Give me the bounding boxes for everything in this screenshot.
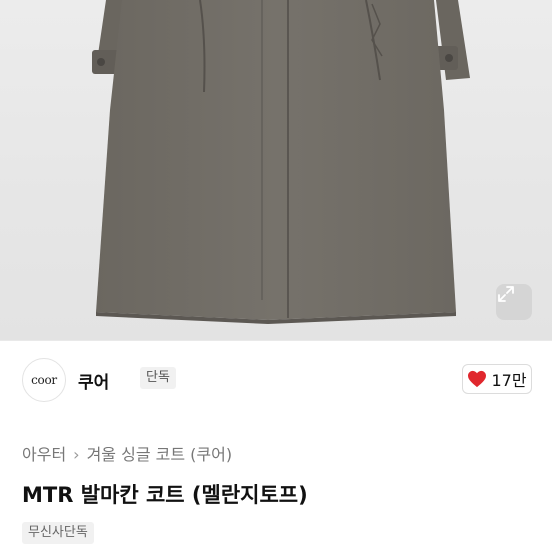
expand-arrows-icon	[498, 286, 514, 302]
like-count: 17만	[491, 371, 527, 390]
coat-illustration	[92, 0, 470, 324]
brand-row: coor 쿠어 단독 17만	[22, 358, 532, 402]
like-button[interactable]: 17만	[462, 364, 532, 394]
breadcrumb-item-subcategory[interactable]: 겨울 싱글 코트 (쿠어)	[87, 445, 233, 464]
brand-logo[interactable]: coor	[22, 358, 66, 402]
chevron-right-icon: ›	[73, 445, 80, 464]
heart-icon	[468, 370, 487, 388]
expand-image-button[interactable]	[496, 284, 532, 320]
brand-logo-text: coor	[31, 373, 57, 387]
product-title: MTR 발마칸 코트 (멜란지토프)	[22, 483, 308, 507]
breadcrumb: 아우터 › 겨울 싱글 코트 (쿠어)	[22, 441, 232, 465]
exclusive-badge: 단독	[140, 367, 176, 389]
exclusive-tag: 무신사단독	[22, 522, 94, 544]
product-image[interactable]	[0, 0, 552, 340]
breadcrumb-item-category[interactable]: 아우터	[22, 445, 66, 464]
section-divider	[0, 340, 552, 341]
brand-name[interactable]: 쿠어	[78, 368, 109, 393]
